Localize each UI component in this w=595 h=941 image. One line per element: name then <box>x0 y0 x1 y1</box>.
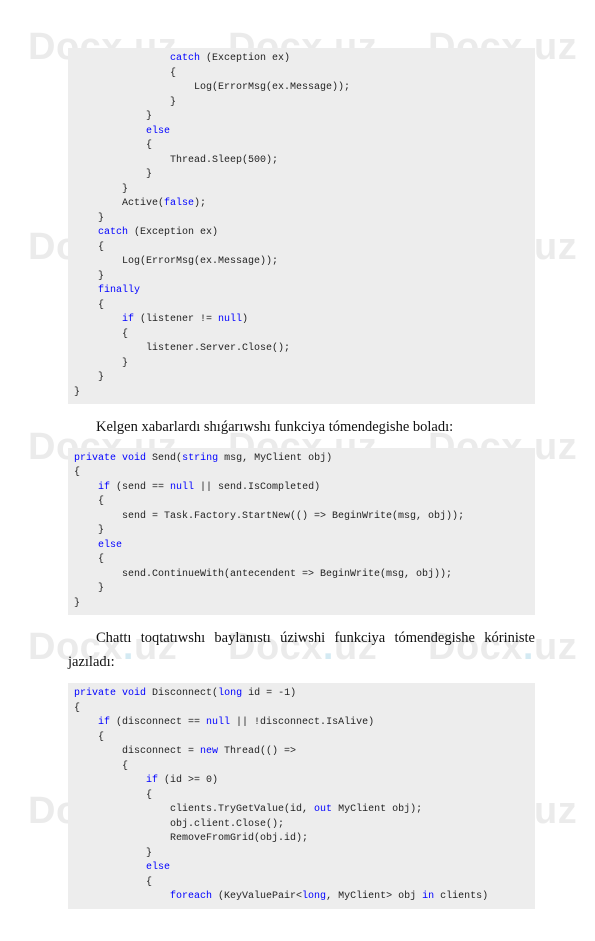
code-block-1: catch (Exception ex) { Log(ErrorMsg(ex.M… <box>68 48 535 404</box>
code-block-2: private void Send(string msg, MyClient o… <box>68 448 535 616</box>
paragraph-1: Kelgen xabarlardı shıǵarıwshı funkciya t… <box>68 416 535 440</box>
page-content: catch (Exception ex) { Log(ErrorMsg(ex.M… <box>0 0 595 941</box>
code-block-3: private void Disconnect(long id = -1) { … <box>68 683 535 909</box>
paragraph-2: Chattı toqtatıwshı baylanıstı úziwshi fu… <box>68 627 535 675</box>
